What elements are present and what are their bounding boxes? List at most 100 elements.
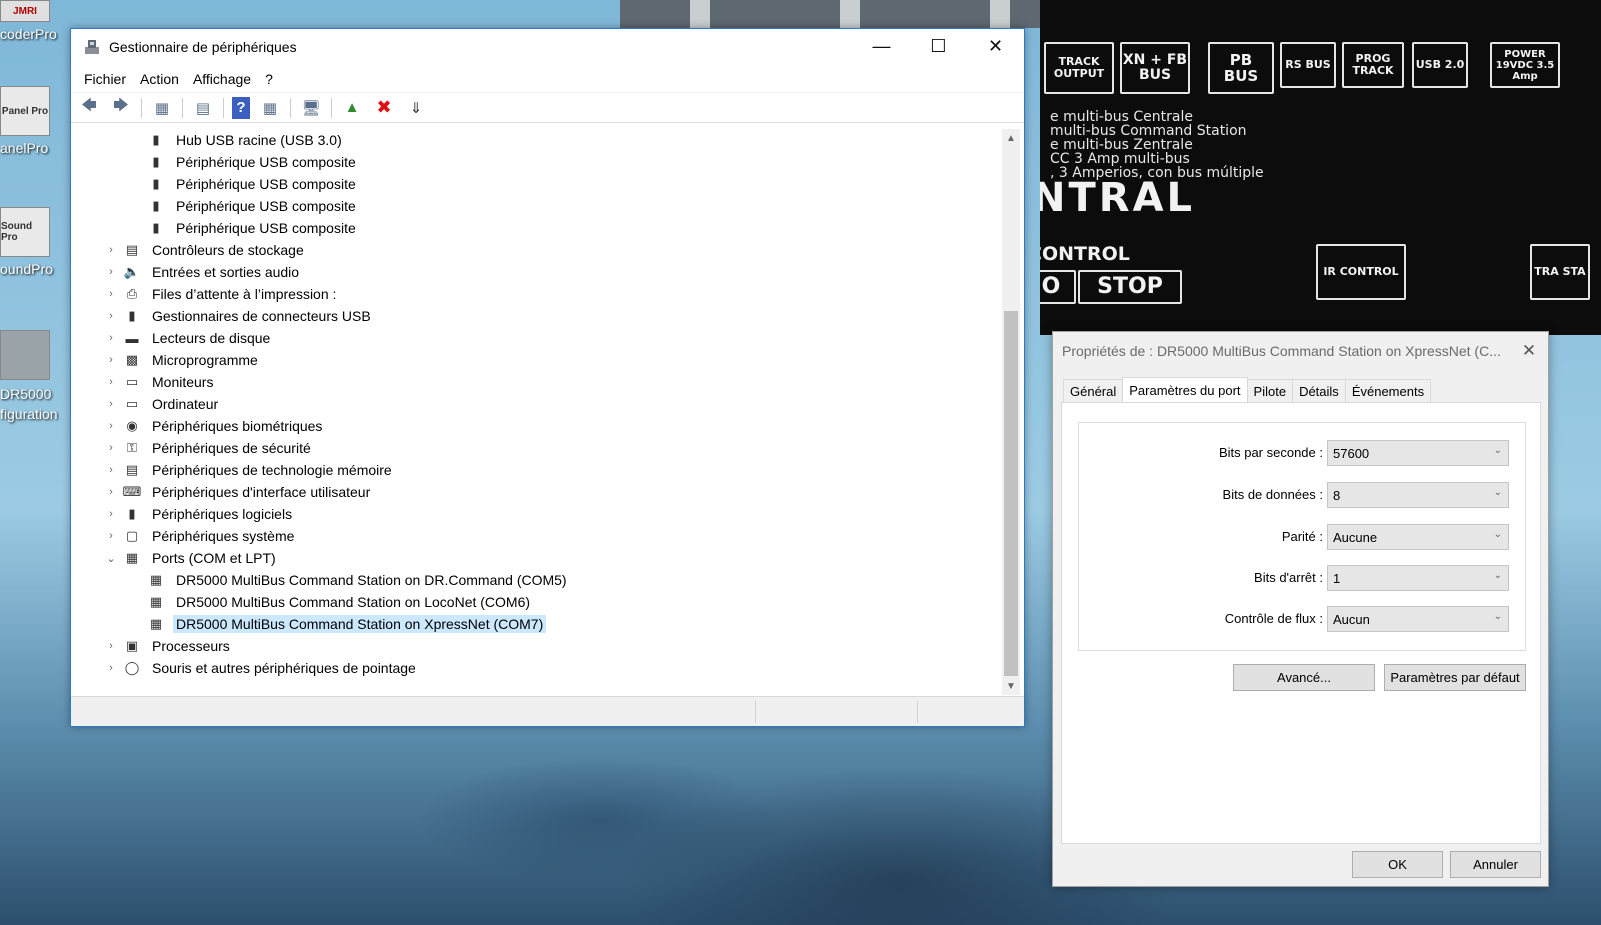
tab-driver[interactable]: Pilote xyxy=(1246,379,1294,403)
tree-row[interactable]: ⌄ ▦ Ports (COM et LPT) xyxy=(73,547,1000,569)
desktop-icon-soundpro[interactable]: Sound Pro oundPro xyxy=(0,207,70,277)
tree-row[interactable]: › 🔈 Entrées et sorties audio xyxy=(73,261,1000,283)
menu-fichier[interactable]: Fichier xyxy=(77,71,133,87)
computer-icon: ▭ xyxy=(125,396,139,411)
forward-arrow-icon[interactable]: 🡆 xyxy=(109,97,133,119)
usb-plug-icon: ▮ xyxy=(152,176,160,191)
tab-details[interactable]: Détails xyxy=(1292,379,1346,403)
hw-label-usb: USB 2.0 xyxy=(1412,42,1468,88)
disable-device-icon[interactable]: ⇓ xyxy=(404,97,428,119)
restore-defaults-button[interactable]: Paramètres par défaut xyxy=(1384,664,1526,691)
parity-select[interactable]: Aucune ⌄ xyxy=(1327,524,1509,550)
flow-control-select[interactable]: Aucun ⌄ xyxy=(1327,606,1509,632)
show-hide-console-tree-icon[interactable]: ▦ xyxy=(150,97,174,119)
chevron-right-icon[interactable]: › xyxy=(105,310,117,322)
cancel-button[interactable]: Annuler xyxy=(1450,851,1541,878)
chevron-right-icon[interactable]: › xyxy=(105,332,117,344)
tree-row[interactable]: ▦ DR5000 MultiBus Command Station on Loco… xyxy=(73,591,1000,613)
tree-row[interactable]: ▮ Périphérique USB composite xyxy=(73,195,1000,217)
tab-events[interactable]: Événements xyxy=(1344,379,1432,403)
tree-row[interactable]: › ▬ Lecteurs de disque xyxy=(73,327,1000,349)
desktop-icon-label: coderPro xyxy=(0,26,57,42)
scroll-up-icon[interactable]: ▲ xyxy=(1002,129,1020,147)
hw-stop-text: STOP xyxy=(1078,270,1182,304)
minimize-button[interactable]: — xyxy=(853,29,910,63)
tree-row[interactable]: ▮ Périphérique USB composite xyxy=(73,217,1000,239)
tree-row-label: Périphérique USB composite xyxy=(176,220,356,236)
tree-row-label: Ports (COM et LPT) xyxy=(152,550,276,566)
tree-row[interactable]: ▮ Hub USB racine (USB 3.0) xyxy=(73,129,1000,151)
tree-row[interactable]: › ▭ Moniteurs xyxy=(73,371,1000,393)
advanced-button[interactable]: Avancé... xyxy=(1233,664,1375,691)
soundpro-icon: Sound Pro xyxy=(0,207,50,257)
desktop-icon-panelpro[interactable]: Panel Pro anelPro xyxy=(0,86,70,156)
chevron-right-icon[interactable]: › xyxy=(105,486,117,498)
menu-affichage[interactable]: Affichage xyxy=(186,71,258,87)
chevron-right-icon[interactable]: › xyxy=(105,442,117,454)
update-driver-icon[interactable]: ▲ xyxy=(340,97,364,119)
back-arrow-icon[interactable]: 🡄 xyxy=(77,97,101,119)
chevron-right-icon[interactable]: › xyxy=(105,376,117,388)
chevron-right-icon[interactable]: › xyxy=(105,244,117,256)
tree-row[interactable]: › ⚿ Périphériques de sécurité xyxy=(73,437,1000,459)
tree-row[interactable]: › ⎙ Files d’attente à l’impression : xyxy=(73,283,1000,305)
field-baud-rate: Bits par seconde : 57600 ⌄ xyxy=(1079,440,1527,466)
tree-row[interactable]: › ▣ Processeurs xyxy=(73,635,1000,657)
tree-row[interactable]: ▮ Périphérique USB composite xyxy=(73,173,1000,195)
tree-row[interactable]: ▦ DR5000 MultiBus Command Station on Xpre… xyxy=(73,613,1000,635)
tree-row[interactable]: › ◯ Souris et autres périphériques de poin… xyxy=(73,657,1000,679)
chevron-right-icon[interactable]: › xyxy=(105,464,117,476)
tree-row[interactable]: › ▤ Contrôleurs de stockage xyxy=(73,239,1000,261)
tree-row[interactable]: ▦ DR5000 MultiBus Command Station on DR.C… xyxy=(73,569,1000,591)
close-button[interactable]: ✕ xyxy=(967,29,1024,63)
ok-button[interactable]: OK xyxy=(1352,851,1443,878)
storage-icon: ▤ xyxy=(125,242,139,257)
tree-row[interactable]: › ▭ Ordinateur xyxy=(73,393,1000,415)
chevron-right-icon[interactable]: › xyxy=(105,662,117,674)
tree-row[interactable]: › ▢ Périphériques système xyxy=(73,525,1000,547)
dm-scrollbar[interactable]: ▲ ▼ xyxy=(1002,129,1020,695)
dr5000-icon xyxy=(0,330,50,380)
chevron-right-icon[interactable]: › xyxy=(105,530,117,542)
dm-menubar: Fichier Action Affichage ? xyxy=(71,65,1024,93)
desktop-icon-label: oundPro xyxy=(0,261,53,277)
tree-row[interactable]: ▮ Périphérique USB composite xyxy=(73,151,1000,173)
scroll-down-icon[interactable]: ▼ xyxy=(1002,677,1020,695)
menu-action[interactable]: Action xyxy=(133,71,186,87)
field-parity: Parité : Aucune ⌄ xyxy=(1079,524,1527,550)
chevron-right-icon[interactable]: › xyxy=(105,640,117,652)
chevron-right-icon[interactable]: › xyxy=(105,420,117,432)
tree-row[interactable]: › ▮ Périphériques logiciels xyxy=(73,503,1000,525)
tree-row[interactable]: › ◉ Périphériques biométriques xyxy=(73,415,1000,437)
desktop-icon-dr5000-config[interactable]: DR5000 figuration xyxy=(0,330,70,424)
chevron-right-icon[interactable]: › xyxy=(105,266,117,278)
chevron-right-icon[interactable]: › xyxy=(105,354,117,366)
scan-hardware-icon[interactable]: 🖥 xyxy=(299,97,323,119)
menu-help[interactable]: ? xyxy=(258,71,280,87)
data-bits-select[interactable]: 8 ⌄ xyxy=(1327,482,1509,508)
maximize-button[interactable]: ☐ xyxy=(910,29,967,63)
chevron-right-icon[interactable]: › xyxy=(105,508,117,520)
hw-label-power: POWER 19VDC 3.5 Amp xyxy=(1490,42,1560,88)
field-label: Contrôle de flux : xyxy=(1224,611,1323,626)
tree-row[interactable]: › ▩ Microprogramme xyxy=(73,349,1000,371)
uninstall-device-icon[interactable]: ✖ xyxy=(372,97,396,119)
chevron-down-icon[interactable]: ⌄ xyxy=(105,552,117,565)
hid-icon: ⌨ xyxy=(122,484,142,499)
scroll-thumb[interactable] xyxy=(1004,311,1018,676)
chevron-right-icon[interactable]: › xyxy=(105,398,117,410)
stop-bits-select[interactable]: 1 ⌄ xyxy=(1327,565,1509,591)
tree-row[interactable]: › ⌨ Périphériques d'interface utilisateur xyxy=(73,481,1000,503)
action-pane-icon[interactable]: ▦ xyxy=(258,97,282,119)
tree-row[interactable]: › ▮ Gestionnaires de connecteurs USB xyxy=(73,305,1000,327)
chevron-right-icon[interactable]: › xyxy=(105,288,117,300)
baud-rate-select[interactable]: 57600 ⌄ xyxy=(1327,440,1509,466)
close-icon[interactable]: ✕ xyxy=(1516,338,1542,364)
help-icon[interactable]: ? xyxy=(232,96,250,119)
tab-general[interactable]: Général xyxy=(1063,379,1124,403)
desktop-icon-decoderpro[interactable]: JMRI coderPro xyxy=(0,0,70,42)
chip-icon: ▩ xyxy=(125,352,139,367)
tree-row[interactable]: › ▤ Périphériques de technologie mémoire xyxy=(73,459,1000,481)
properties-icon[interactable]: ▤ xyxy=(191,97,215,119)
tab-port-settings[interactable]: Paramètres du port xyxy=(1122,377,1248,403)
